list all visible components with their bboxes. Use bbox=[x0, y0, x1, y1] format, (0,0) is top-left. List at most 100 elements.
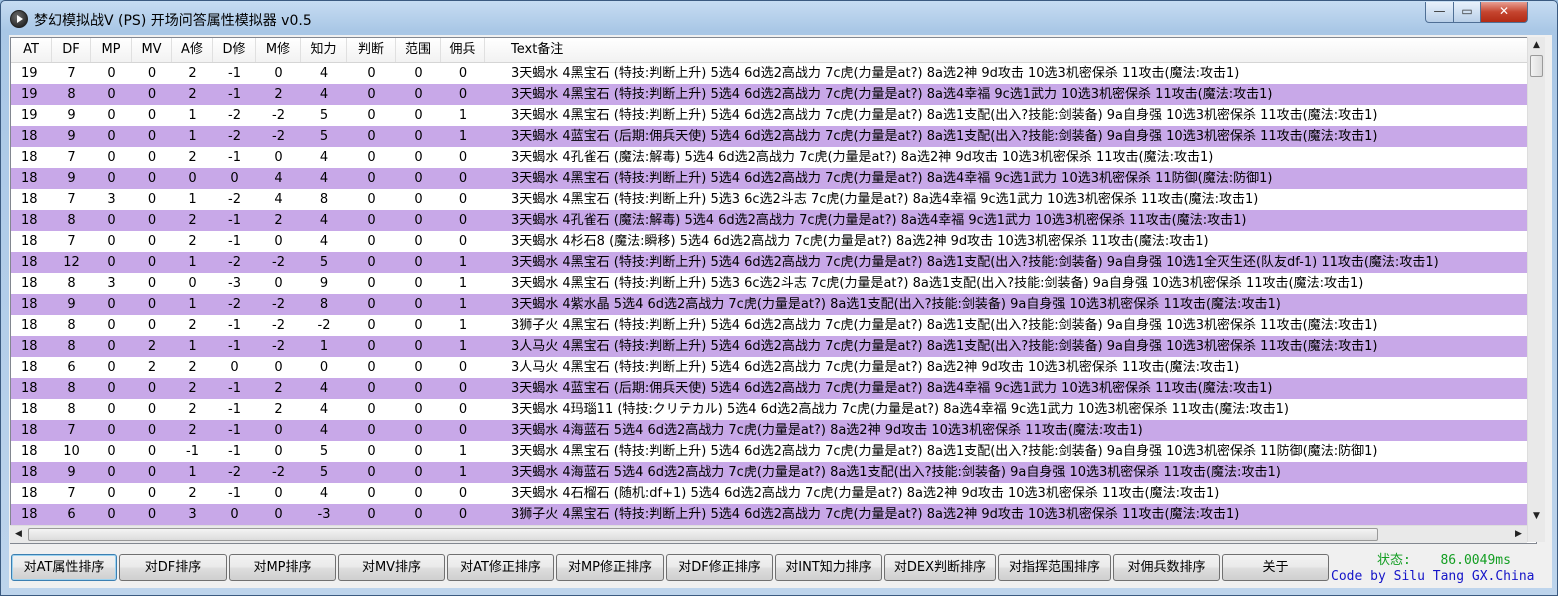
column-header[interactable]: 佣兵 bbox=[441, 38, 485, 62]
sort-button[interactable]: 对AT修正排序 bbox=[447, 554, 554, 581]
table-cell-note: 3天蝎水 4海蓝石 5选4 6d选2高战力 7c虎(力量是at?) 8a选1支配… bbox=[511, 465, 1281, 480]
scroll-right-icon[interactable]: ▶ bbox=[1510, 526, 1527, 543]
table-cell: 18 bbox=[21, 402, 38, 417]
close-button[interactable]: ✕ bbox=[1480, 2, 1528, 23]
horizontal-scroll-thumb[interactable] bbox=[28, 528, 1378, 541]
table-cell: 4 bbox=[319, 381, 329, 396]
maximize-button[interactable]: ▭ bbox=[1453, 2, 1481, 23]
table-row[interactable]: 18 8 0 0 2 -1 2 4 0 0 0 3天蝎水 4蓝宝石 (后期:佣兵天使) 5选4 6d选… bbox=[11, 378, 1536, 399]
table-row[interactable]: 18 10 0 0 -1 -1 0 5 0 0 1 3天蝎水 4黑宝石 (特技:判断上升) 5选4 6… bbox=[11, 441, 1536, 462]
sort-button[interactable]: 对佣兵数排序 bbox=[1113, 554, 1220, 581]
sort-button[interactable]: 对DEX判断排序 bbox=[884, 554, 996, 581]
table-cell-note: 3狮子火 4黑宝石 (特技:判断上升) 5选4 6d选2高战力 7c虎(力量是a… bbox=[511, 318, 1378, 333]
table-row[interactable]: 18 6 0 2 2 0 0 0 0 0 0 3人马火 4黑宝石 (特技:判断上升) 5选4 6d选2… bbox=[11, 357, 1536, 378]
sort-button[interactable]: 对AT属性排序 bbox=[11, 554, 117, 581]
table-row[interactable]: 18 12 0 0 1 -2 -2 5 0 0 1 3天蝎水 4黑宝石 (特技:判断上升) 5选4 6… bbox=[11, 252, 1536, 273]
table-cell: 0 bbox=[414, 486, 423, 501]
column-header[interactable]: A修 bbox=[172, 38, 213, 62]
minimize-button[interactable]: — bbox=[1425, 2, 1454, 23]
table-row[interactable]: 18 8 3 0 0 -3 0 9 0 0 1 3天蝎水 4黑宝石 (特技:判断上升) 5选3 6c选… bbox=[11, 273, 1536, 294]
sort-button[interactable]: 对MP排序 bbox=[229, 554, 336, 581]
table-cell: 1 bbox=[458, 276, 468, 291]
scroll-left-icon[interactable]: ◀ bbox=[10, 526, 27, 543]
column-header[interactable]: MV bbox=[132, 38, 172, 62]
table-cell: 0 bbox=[367, 423, 376, 438]
table-cell: 1 bbox=[188, 465, 197, 480]
column-header[interactable]: D修 bbox=[213, 38, 256, 62]
column-header[interactable]: M修 bbox=[256, 38, 301, 62]
table-row[interactable]: 18 7 0 0 2 -1 0 4 0 0 0 3天蝎水 4杉石8 (魔法:瞬移) 5选4 6d选2高… bbox=[11, 231, 1536, 252]
column-header[interactable]: Text备注 bbox=[485, 38, 1536, 62]
table-row[interactable]: 19 8 0 0 2 -1 2 4 0 0 0 3天蝎水 4黑宝石 (特技:判断上升) 5选4 6d选… bbox=[11, 84, 1536, 105]
table-cell: -1 bbox=[228, 213, 241, 228]
table-cell: 0 bbox=[107, 297, 116, 312]
table-cell: 0 bbox=[414, 255, 423, 270]
table-cell: 18 bbox=[21, 507, 38, 522]
table-cell: 4 bbox=[319, 402, 329, 417]
table-row[interactable]: 19 7 0 0 2 -1 0 4 0 0 0 3天蝎水 4黑宝石 (特技:判断上升) 5选4 6d选… bbox=[11, 63, 1536, 84]
table-row[interactable]: 19 9 0 0 1 -2 -2 5 0 0 1 3天蝎水 4黑宝石 (特技:判断上升) 5选4 6d… bbox=[11, 105, 1536, 126]
column-header[interactable]: 范围 bbox=[396, 38, 441, 62]
table-cell: 2 bbox=[188, 360, 197, 375]
table-cell-note: 3天蝎水 4黑宝石 (特技:判断上升) 5选4 6d选2高战力 7c虎(力量是a… bbox=[511, 444, 1378, 459]
table-cell: 19 bbox=[21, 87, 38, 102]
table-cell: 0 bbox=[147, 444, 157, 459]
table-cell: 0 bbox=[458, 234, 468, 249]
column-header[interactable]: MP bbox=[91, 38, 132, 62]
sort-button[interactable]: 对INT知力排序 bbox=[775, 554, 882, 581]
table-cell: 0 bbox=[274, 66, 283, 81]
table-cell: 8 bbox=[67, 276, 76, 291]
table-cell: 0 bbox=[107, 423, 116, 438]
table-cell: 9 bbox=[67, 465, 76, 480]
sort-button[interactable]: 对DF排序 bbox=[119, 554, 227, 581]
table-row[interactable]: 18 7 0 0 2 -1 0 4 0 0 0 3天蝎水 4孔雀石 (魔法:解毒) 5选4 6d选2高… bbox=[11, 147, 1536, 168]
table-cell: 9 bbox=[67, 108, 76, 123]
column-header[interactable]: AT bbox=[11, 38, 52, 62]
table-cell: 0 bbox=[274, 276, 283, 291]
table-row[interactable]: 18 8 0 2 1 -1 -2 1 0 0 1 3人马火 4黑宝石 (特技:判断上升) 5选4 6d… bbox=[11, 336, 1536, 357]
table-cell: 18 bbox=[21, 213, 38, 228]
table-row[interactable]: 18 9 0 0 1 -2 -2 5 0 0 1 3天蝎水 4蓝宝石 (后期:佣兵天使) 5选4 6d… bbox=[11, 126, 1536, 147]
sort-button[interactable]: 对DF修正排序 bbox=[666, 554, 773, 581]
table-row[interactable]: 18 8 0 0 2 -1 -2 -2 0 0 1 3狮子火 4黑宝石 (特技:判断上升) 5选4 6… bbox=[11, 315, 1536, 336]
table-cell: 12 bbox=[63, 255, 80, 270]
table-row[interactable]: 18 7 0 0 2 -1 0 4 0 0 0 3天蝎水 4海蓝石 5选4 6d选2高战力 7c虎(力… bbox=[11, 420, 1536, 441]
sort-button[interactable]: 对MV排序 bbox=[338, 554, 445, 581]
table-row[interactable]: 18 7 3 0 1 -2 4 8 0 0 0 3天蝎水 4黑宝石 (特技:判断上升) 5选3 6c选… bbox=[11, 189, 1536, 210]
table-cell: -3 bbox=[228, 276, 241, 291]
column-header[interactable]: 知力 bbox=[301, 38, 347, 62]
table-cell: -1 bbox=[228, 87, 241, 102]
table-cell: -2 bbox=[272, 318, 285, 333]
table-cell: 0 bbox=[107, 507, 116, 522]
scroll-down-icon[interactable]: ▼ bbox=[1528, 508, 1545, 525]
table-cell: 4 bbox=[319, 87, 329, 102]
column-header[interactable]: 判断 bbox=[347, 38, 396, 62]
table-row[interactable]: 18 9 0 0 1 -2 -2 5 0 0 1 3天蝎水 4海蓝石 5选4 6d选2高战力 7c虎(… bbox=[11, 462, 1536, 483]
table-cell: -1 bbox=[228, 150, 241, 165]
table-cell: -1 bbox=[186, 444, 199, 459]
column-header[interactable]: DF bbox=[52, 38, 91, 62]
table-cell: 2 bbox=[188, 402, 197, 417]
table-row[interactable]: 18 8 0 0 2 -1 2 4 0 0 0 3天蝎水 4孔雀石 (魔法:解毒) 5选4 6d选2高… bbox=[11, 210, 1536, 231]
horizontal-scrollbar[interactable]: ◀ ▶ bbox=[10, 525, 1527, 543]
vertical-scrollbar[interactable]: ▲ ▼ bbox=[1527, 37, 1545, 542]
results-list[interactable]: AT DF MP MV A修 D修 M修 知力 判断 范围 佣兵 Text备注 19 7 0 0 2 -1 0 4 0… bbox=[10, 37, 1537, 544]
table-cell: 9 bbox=[67, 297, 76, 312]
sort-button[interactable]: 对指挥范围排序 bbox=[998, 554, 1111, 581]
table-row[interactable]: 18 9 0 0 0 0 4 4 0 0 0 3天蝎水 4黑宝石 (特技:判断上升) 5选4 6d选2… bbox=[11, 168, 1536, 189]
table-row[interactable]: 18 9 0 0 1 -2 -2 8 0 0 1 3天蝎水 4紫水晶 5选4 6d选2高战力 7c虎(… bbox=[11, 294, 1536, 315]
table-cell: -2 bbox=[272, 339, 285, 354]
about-button[interactable]: 关于 bbox=[1222, 554, 1329, 581]
table-row[interactable]: 18 6 0 0 3 0 0 -3 0 0 0 3狮子火 4黑宝石 (特技:判断上升) 5选4 6d选… bbox=[11, 504, 1536, 525]
table-cell: 5 bbox=[319, 108, 329, 123]
table-cell: 0 bbox=[458, 402, 468, 417]
table-cell: 4 bbox=[319, 423, 329, 438]
table-row[interactable]: 18 7 0 0 2 -1 0 4 0 0 0 3天蝎水 4石榴石 (随机:df+1) 5选4 6d选… bbox=[11, 483, 1536, 504]
sort-button[interactable]: 对MP修正排序 bbox=[556, 554, 664, 581]
table-row[interactable]: 18 8 0 0 2 -1 2 4 0 0 0 3天蝎水 4玛瑙11 (特技:クリテカル) 5选4 6… bbox=[11, 399, 1536, 420]
table-cell: 0 bbox=[458, 213, 468, 228]
title-bar[interactable]: 梦幻模拟战V (PS) 开场问答属性模拟器 v0.5 — ▭ ✕ bbox=[1, 1, 1557, 35]
table-cell: 0 bbox=[274, 486, 283, 501]
scroll-up-icon[interactable]: ▲ bbox=[1528, 37, 1545, 54]
vertical-scroll-thumb[interactable] bbox=[1530, 55, 1543, 77]
